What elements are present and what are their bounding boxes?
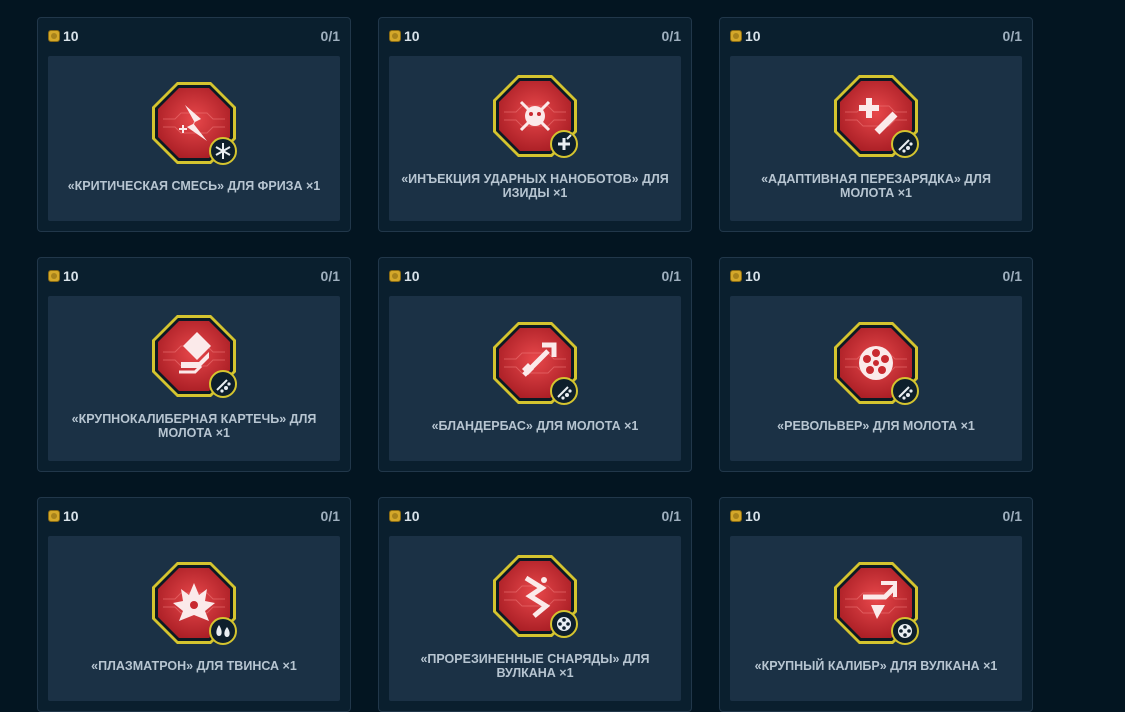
item-panel: «РЕВОЛЬВЕР» ДЛЯ МОЛОТА ×1 bbox=[730, 296, 1022, 461]
item-title: «БЛАНДЕРБАС» ДЛЯ МОЛОТА ×1 bbox=[431, 418, 639, 433]
nanobot-icon bbox=[490, 72, 580, 160]
twin-drops-icon bbox=[209, 616, 237, 645]
purchase-counter: 0/1 bbox=[320, 508, 340, 524]
item-panel: «КРИТИЧЕСКАЯ СМЕСЬ» ДЛЯ ФРИЗА ×1 bbox=[48, 56, 340, 221]
price-value: 10 bbox=[63, 268, 79, 284]
item-panel: «ПЛАЗМАТРОН» ДЛЯ ТВИНСА ×1 bbox=[48, 536, 340, 701]
big-caliber-icon bbox=[831, 559, 921, 647]
shop-card-8[interactable]: 10 0/1 «ПРОРЕЗИНЕННЫЕ СНАРЯДЫ» ДЛЯ ВУЛКА… bbox=[378, 497, 692, 712]
item-title: «АДАПТИВНАЯ ПЕРЕЗАРЯДКА» ДЛЯ МОЛОТА ×1 bbox=[761, 171, 991, 200]
card-header: 10 0/1 bbox=[48, 507, 340, 525]
crystal-coin-icon bbox=[730, 30, 742, 42]
purchase-counter: 0/1 bbox=[661, 268, 681, 284]
lightning-plus-icon bbox=[149, 79, 239, 167]
item-title: «ИНЪЕКЦИЯ УДАРНЫХ НАНОБОТОВ» ДЛЯ ИЗИДЫ ×… bbox=[401, 171, 669, 200]
price: 10 bbox=[730, 28, 761, 44]
item-panel: «ИНЪЕКЦИЯ УДАРНЫХ НАНОБОТОВ» ДЛЯ ИЗИДЫ ×… bbox=[389, 56, 681, 221]
item-title: «ПЛАЗМАТРОН» ДЛЯ ТВИНСА ×1 bbox=[91, 658, 297, 673]
price: 10 bbox=[48, 508, 79, 524]
card-header: 10 0/1 bbox=[48, 27, 340, 45]
medic-cross-icon bbox=[550, 129, 578, 158]
gatling-icon bbox=[891, 616, 919, 645]
crystal-coin-icon bbox=[389, 270, 401, 282]
shop-card-2[interactable]: 10 0/1 «ИНЪЕКЦИЯ УДАРНЫХ НАНОБОТОВ» ДЛЯ … bbox=[378, 17, 692, 232]
item-panel: «ПРОРЕЗИНЕННЫЕ СНАРЯДЫ» ДЛЯ ВУЛКАНА ×1 bbox=[389, 536, 681, 701]
shotgun-pellets-icon bbox=[550, 376, 578, 405]
item-panel: «БЛАНДЕРБАС» ДЛЯ МОЛОТА ×1 bbox=[389, 296, 681, 461]
item-title: «РЕВОЛЬВЕР» ДЛЯ МОЛОТА ×1 bbox=[777, 418, 975, 433]
plus-slash-icon bbox=[831, 72, 921, 160]
shotgun-pellets-icon bbox=[209, 369, 237, 398]
crystal-coin-icon bbox=[389, 510, 401, 522]
crystal-coin-icon bbox=[730, 510, 742, 522]
price: 10 bbox=[48, 268, 79, 284]
heavy-shell-icon bbox=[149, 312, 239, 400]
item-title: «КРИТИЧЕСКАЯ СМЕСЬ» ДЛЯ ФРИЗА ×1 bbox=[67, 178, 321, 193]
price: 10 bbox=[389, 508, 420, 524]
price-value: 10 bbox=[404, 28, 420, 44]
supply-grid: 10 0/1 «КРИТИЧЕСКАЯ СМЕСЬ» ДЛЯ ФРИЗА ×1 … bbox=[37, 17, 1033, 712]
item-title: «КРУПНЫЙ КАЛИБР» ДЛЯ ВУЛКАНА ×1 bbox=[754, 658, 998, 673]
price: 10 bbox=[730, 268, 761, 284]
price-value: 10 bbox=[63, 28, 79, 44]
purchase-counter: 0/1 bbox=[1002, 268, 1022, 284]
purchase-counter: 0/1 bbox=[1002, 28, 1022, 44]
item-panel: «КРУПНЫЙ КАЛИБР» ДЛЯ ВУЛКАНА ×1 bbox=[730, 536, 1022, 701]
price-value: 10 bbox=[404, 268, 420, 284]
card-header: 10 0/1 bbox=[389, 27, 681, 45]
item-panel: «КРУПНОКАЛИБЕРНАЯ КАРТЕЧЬ» ДЛЯ МОЛОТА ×1 bbox=[48, 296, 340, 461]
crystal-coin-icon bbox=[48, 510, 60, 522]
shop-card-1[interactable]: 10 0/1 «КРИТИЧЕСКАЯ СМЕСЬ» ДЛЯ ФРИЗА ×1 bbox=[37, 17, 351, 232]
shop-card-3[interactable]: 10 0/1 «АДАПТИВНАЯ ПЕРЕЗАРЯДКА» ДЛЯ МОЛО… bbox=[719, 17, 1033, 232]
crystal-coin-icon bbox=[48, 30, 60, 42]
price: 10 bbox=[730, 508, 761, 524]
card-header: 10 0/1 bbox=[389, 507, 681, 525]
purchase-counter: 0/1 bbox=[320, 28, 340, 44]
price: 10 bbox=[389, 268, 420, 284]
gatling-icon bbox=[550, 609, 578, 638]
plasma-burst-icon bbox=[149, 559, 239, 647]
shop-card-4[interactable]: 10 0/1 «КРУПНОКАЛИБЕРНАЯ КАРТЕЧЬ» ДЛЯ МО… bbox=[37, 257, 351, 472]
price-value: 10 bbox=[745, 28, 761, 44]
shop-card-7[interactable]: 10 0/1 «ПЛАЗМАТРОН» ДЛЯ ТВИНСА ×1 bbox=[37, 497, 351, 712]
price-value: 10 bbox=[745, 508, 761, 524]
price-value: 10 bbox=[745, 268, 761, 284]
item-panel: «АДАПТИВНАЯ ПЕРЕЗАРЯДКА» ДЛЯ МОЛОТА ×1 bbox=[730, 56, 1022, 221]
card-header: 10 0/1 bbox=[730, 507, 1022, 525]
shop-card-9[interactable]: 10 0/1 «КРУПНЫЙ КАЛИБР» ДЛЯ ВУЛКАНА ×1 bbox=[719, 497, 1033, 712]
card-header: 10 0/1 bbox=[48, 267, 340, 285]
shop-card-6[interactable]: 10 0/1 «РЕВОЛЬВЕР» ДЛЯ МОЛОТА ×1 bbox=[719, 257, 1033, 472]
crystal-coin-icon bbox=[389, 30, 401, 42]
price: 10 bbox=[389, 28, 420, 44]
blunderbuss-icon bbox=[490, 319, 580, 407]
purchase-counter: 0/1 bbox=[320, 268, 340, 284]
purchase-counter: 0/1 bbox=[661, 508, 681, 524]
purchase-counter: 0/1 bbox=[661, 28, 681, 44]
item-title: «ПРОРЕЗИНЕННЫЕ СНАРЯДЫ» ДЛЯ ВУЛКАНА ×1 bbox=[420, 651, 650, 680]
price-value: 10 bbox=[404, 508, 420, 524]
price: 10 bbox=[48, 28, 79, 44]
crystal-coin-icon bbox=[730, 270, 742, 282]
card-header: 10 0/1 bbox=[389, 267, 681, 285]
price-value: 10 bbox=[63, 508, 79, 524]
snowflake-icon bbox=[209, 136, 237, 165]
card-header: 10 0/1 bbox=[730, 27, 1022, 45]
shotgun-pellets-icon bbox=[891, 376, 919, 405]
rubber-shell-icon bbox=[490, 552, 580, 640]
crystal-coin-icon bbox=[48, 270, 60, 282]
item-title: «КРУПНОКАЛИБЕРНАЯ КАРТЕЧЬ» ДЛЯ МОЛОТА ×1 bbox=[71, 411, 317, 440]
shotgun-pellets-icon bbox=[891, 129, 919, 158]
card-header: 10 0/1 bbox=[730, 267, 1022, 285]
shop-card-5[interactable]: 10 0/1 «БЛАНДЕРБАС» ДЛЯ МОЛОТА ×1 bbox=[378, 257, 692, 472]
purchase-counter: 0/1 bbox=[1002, 508, 1022, 524]
revolver-cylinder-icon bbox=[831, 319, 921, 407]
